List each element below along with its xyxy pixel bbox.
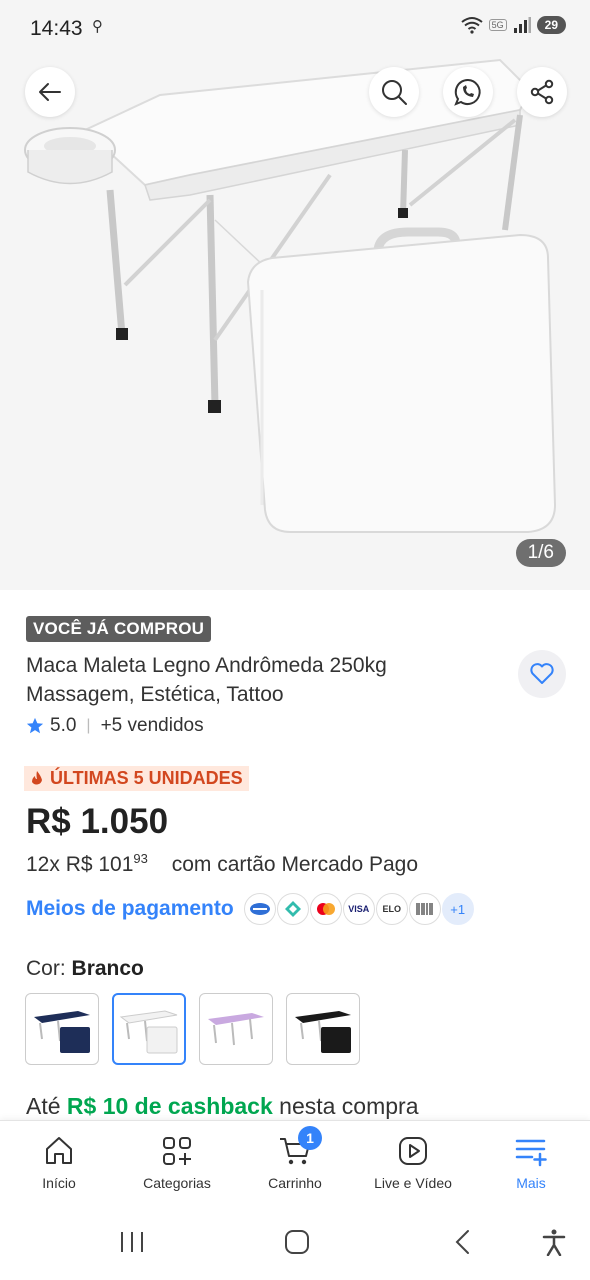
chevron-left-icon xyxy=(455,1230,469,1254)
bottom-navigation: Início Categorias 1 Carrinho Live e Víde… xyxy=(0,1120,590,1210)
accessibility-button[interactable] xyxy=(540,1228,568,1261)
nav-item-categorias[interactable]: Categorias xyxy=(118,1121,236,1210)
nav-item-carrinho[interactable]: 1 Carrinho xyxy=(236,1121,354,1210)
accessibility-icon xyxy=(542,1229,566,1257)
system-back-button[interactable] xyxy=(450,1228,478,1261)
nav-item-mais[interactable]: Mais xyxy=(472,1121,590,1210)
rating-score: 5.0 xyxy=(50,715,77,736)
swatch-image-azul xyxy=(34,1011,90,1053)
battery-indicator: 29 xyxy=(536,16,566,34)
color-swatches xyxy=(25,993,360,1065)
arrow-left-icon xyxy=(39,83,61,101)
fire-icon xyxy=(32,770,42,784)
search-button[interactable] xyxy=(369,67,419,117)
whatsapp-share-button[interactable] xyxy=(443,67,493,117)
status-icons: 5G 29 xyxy=(461,16,566,34)
pix-icon xyxy=(276,893,309,925)
color-selected-value: Branco xyxy=(71,957,144,980)
status-time: 14:43 xyxy=(30,17,83,40)
sold-count: +5 vendidos xyxy=(100,715,204,736)
payment-methods-link[interactable]: Meios de pagamento xyxy=(26,897,234,921)
nav-label-categorias: Categorias xyxy=(143,1175,211,1191)
menu-plus-icon xyxy=(515,1139,547,1167)
share-icon xyxy=(530,79,554,105)
image-counter: 1/6 xyxy=(515,539,566,567)
nav-label-carrinho: Carrinho xyxy=(268,1175,322,1191)
swatch-image-lilas xyxy=(208,1013,264,1046)
recent-apps-button[interactable] xyxy=(118,1228,146,1261)
video-icon xyxy=(399,1137,427,1165)
signal-icon xyxy=(513,17,531,33)
installment-cents: 93 xyxy=(133,851,148,866)
cashback-prefix: Até xyxy=(26,1093,61,1119)
product-image xyxy=(24,58,557,533)
installment-amount: 12x R$ 101 xyxy=(26,853,134,876)
whatsapp-icon xyxy=(454,78,481,106)
stock-badge: ÚLTIMAS 5 UNIDADES xyxy=(24,766,249,791)
caixa-icon xyxy=(243,893,276,925)
more-payment-methods[interactable]: +1 xyxy=(441,893,474,925)
network-badge: 5G xyxy=(488,19,507,31)
product-title: Maca Maleta Legno Andrômeda 250kg Massag… xyxy=(26,654,387,706)
favorite-button[interactable] xyxy=(518,650,566,698)
home-icon xyxy=(46,1137,72,1164)
home-system-button[interactable] xyxy=(283,1228,311,1261)
nav-item-inicio[interactable]: Início xyxy=(0,1121,118,1210)
nav-label-mais: Mais xyxy=(516,1175,546,1191)
mastercard-icon xyxy=(309,893,342,925)
color-label-prefix: Cor: xyxy=(26,957,66,980)
color-swatch-azul[interactable] xyxy=(25,993,99,1065)
nav-item-live-video[interactable]: Live e Vídeo xyxy=(354,1121,472,1210)
home-square-icon xyxy=(285,1230,309,1254)
rating-separator: | xyxy=(86,717,91,734)
star-icon xyxy=(26,717,44,734)
color-swatch-branco[interactable] xyxy=(112,993,186,1065)
wifi-icon xyxy=(461,17,483,34)
visa-icon: VISA xyxy=(342,893,375,925)
boleto-icon xyxy=(408,893,441,925)
status-bar: 14:43 ⚲ 5G 29 xyxy=(0,0,590,58)
cashback-value: R$ 10 de cashback xyxy=(66,1093,273,1119)
nav-label-live-video: Live e Vídeo xyxy=(374,1175,452,1191)
search-icon xyxy=(382,80,407,105)
swatch-image-preto xyxy=(295,1011,351,1053)
back-button[interactable] xyxy=(25,67,75,117)
installment-method: com cartão Mercado Pago xyxy=(171,853,419,876)
color-swatch-lilas[interactable] xyxy=(199,993,273,1065)
rating-row[interactable]: 5.0 | +5 vendidos xyxy=(26,715,204,737)
price: R$ 1.050 xyxy=(26,802,169,841)
payment-icons: VISA ELO +1 xyxy=(243,893,474,925)
stock-text: ÚLTIMAS 5 UNIDADES xyxy=(50,768,243,788)
elo-icon: ELO xyxy=(375,893,408,925)
heart-icon xyxy=(530,663,554,684)
share-button[interactable] xyxy=(517,67,567,117)
nav-label-inicio: Início xyxy=(42,1175,76,1191)
color-label: Cor: Branco xyxy=(26,957,144,981)
swatch-image-branco xyxy=(119,1010,178,1054)
color-swatch-preto[interactable] xyxy=(286,993,360,1065)
installments: 12x R$ 10193 com cartão Mercado Pago xyxy=(26,851,418,877)
cashback-info: Até R$ 10 de cashback nesta compra xyxy=(26,1093,419,1120)
notification-icon: ⚲ xyxy=(92,18,103,35)
system-navigation-bar xyxy=(0,1210,590,1280)
cashback-suffix: nesta compra xyxy=(279,1093,419,1119)
categories-icon xyxy=(163,1137,191,1165)
recent-apps-icon xyxy=(121,1232,143,1252)
payment-methods-row[interactable]: Meios de pagamento VISA ELO +1 xyxy=(26,893,474,925)
product-image-gallery[interactable]: 1/6 xyxy=(0,0,590,590)
already-bought-badge: VOCÊ JÁ COMPROU xyxy=(26,616,212,642)
cart-count-badge: 1 xyxy=(298,1126,322,1150)
